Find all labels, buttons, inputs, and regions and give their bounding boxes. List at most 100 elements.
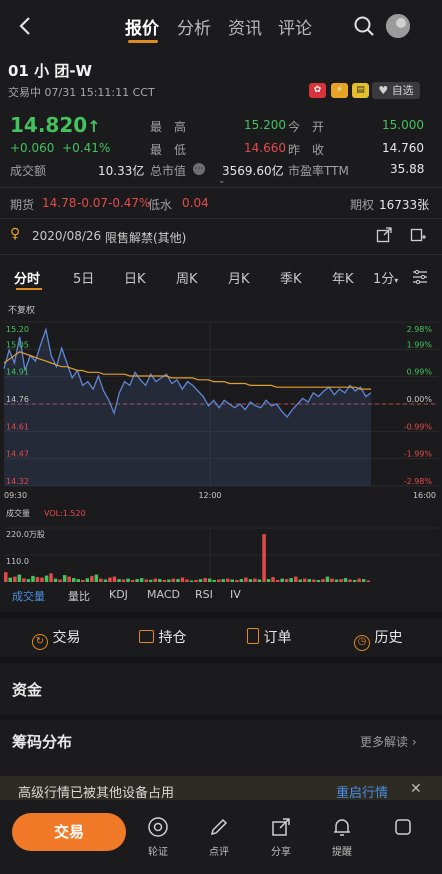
change-value: +0.060 (10, 141, 55, 155)
volume-bar (117, 579, 121, 582)
period-tab-indicator (16, 288, 42, 290)
turnover-label: 成交额 (10, 164, 47, 178)
volume-bar (226, 578, 230, 582)
volume-bar (85, 578, 90, 582)
price-value: 14.820 (10, 113, 88, 137)
watchlist-label: 自选 (391, 84, 414, 97)
clock-icon: ◷ (354, 635, 370, 651)
volume-bar (303, 578, 307, 582)
period-tab-month[interactable]: 月K (228, 268, 250, 287)
chevron-right-icon: › (411, 735, 417, 749)
volume-bar (253, 578, 257, 582)
tab-news[interactable]: 资讯 (228, 14, 262, 39)
volume-bar (108, 577, 112, 582)
order-action-label: 订单 (263, 630, 292, 646)
volume-bar (325, 576, 330, 582)
volume-bar (72, 578, 76, 582)
margin-badge-icon: ⚡ (331, 83, 348, 98)
chart-settings-icon[interactable] (412, 269, 428, 287)
search-button[interactable] (352, 14, 376, 38)
chips-section-title[interactable]: 筹码分布 (12, 731, 72, 752)
add-layout-icon[interactable] (410, 227, 426, 246)
volume-bar (139, 578, 144, 582)
position-action[interactable]: 持仓 (139, 627, 186, 647)
options-label: 期权 (350, 198, 375, 212)
options-value[interactable]: 16733张 (379, 196, 429, 213)
arrow-up-icon: ↑ (87, 117, 101, 136)
history-action[interactable]: ◷ 历史 (354, 627, 402, 651)
intraday-chart[interactable]: 15.20 15.05 14.91 14.76 14.61 14.47 14.32 2.98%… (0, 314, 442, 500)
indicator-iv[interactable]: IV (230, 588, 241, 601)
expand-chevron-icon[interactable]: ⌄ (218, 176, 226, 186)
volume-bar (103, 579, 108, 582)
more-button[interactable] (383, 816, 423, 841)
trade-action-label: 交易 (52, 630, 81, 646)
share-label: 分享 (271, 847, 291, 858)
volume-chart[interactable]: 成交量 VOL:1.520 220.0万股 110.0 (0, 506, 442, 588)
clipboard-icon (247, 628, 259, 644)
period-tab-year[interactable]: 年K (332, 268, 354, 287)
period-tab-week[interactable]: 周K (176, 268, 198, 287)
trade-button[interactable]: 交易 (12, 813, 126, 851)
avatar[interactable] (386, 14, 410, 38)
tab-quote[interactable]: 报价 (125, 14, 159, 39)
volume-bar (217, 579, 221, 582)
briefcase-icon (139, 630, 154, 643)
close-icon[interactable]: ✕ (410, 781, 422, 797)
stock-name: 01 小 团-W (8, 62, 93, 80)
open-value: 15.000 (382, 118, 424, 132)
review-label: 点评 (209, 847, 229, 858)
volume-bar (53, 578, 58, 582)
x-tick-label: 12:00 (198, 491, 221, 500)
trade-button-label: 交易 (53, 823, 84, 841)
indicator-kdj[interactable]: KDJ (109, 588, 128, 601)
bulb-icon: ♀ (10, 226, 21, 242)
volume-bar (35, 577, 40, 582)
order-action[interactable]: 订单 (247, 627, 291, 647)
indicator-macd[interactable]: MACD (147, 588, 180, 601)
discount-value: 0.04 (182, 196, 209, 210)
tab-analysis[interactable]: 分析 (177, 14, 211, 39)
share-button[interactable]: 分享 (261, 816, 301, 858)
volume-bar (31, 575, 35, 582)
tab-comments[interactable]: 评论 (278, 14, 312, 39)
volume-bar (126, 578, 130, 582)
review-button[interactable]: 点评 (199, 816, 239, 858)
period-tab-quarter[interactable]: 季K (280, 268, 302, 287)
more-insights-link[interactable]: 更多解读 › (360, 733, 417, 750)
y-tick-right: 0.99% (407, 368, 433, 377)
watchlist-button[interactable]: ♥ 自选 (372, 82, 420, 99)
indicator-rsi[interactable]: RSI (195, 588, 213, 601)
volume-bar (361, 579, 366, 582)
discount-label: 低水 (148, 198, 173, 212)
restart-quotes-link[interactable]: 重启行情 (336, 782, 388, 801)
alert-button[interactable]: 提醒 (322, 816, 362, 858)
period-tab-5d[interactable]: 5日 (73, 268, 94, 287)
volume-bar (44, 575, 49, 582)
trade-action[interactable]: ↻ 交易 (32, 627, 80, 650)
volume-bar (203, 578, 207, 582)
volume-bar (185, 579, 189, 582)
volume-title: 成交量 (6, 508, 30, 518)
info-icon[interactable]: ⋯ (193, 163, 205, 175)
volume-bar (8, 577, 12, 582)
warrants-button[interactable]: 轮证 (138, 816, 178, 858)
futures-change: -0.07 (77, 196, 109, 210)
volume-bar (294, 576, 298, 582)
back-button[interactable] (14, 14, 38, 38)
funds-section-title[interactable]: 资金 (12, 679, 42, 700)
indicator-volume-ratio[interactable]: 量比 (68, 588, 90, 604)
top-bar: 报价 分析 资讯 评论 (0, 0, 442, 52)
more-icon (395, 819, 411, 835)
volume-bar (198, 579, 203, 582)
share-out-icon[interactable] (376, 227, 392, 246)
y-tick-right: -2.98% (404, 477, 433, 486)
notice-date: 2020/08/26 (32, 229, 102, 243)
volume-bar (366, 580, 370, 582)
notice-text[interactable]: 限售解禁(其他) (105, 229, 186, 246)
y-tick-left: 15.05 (6, 340, 29, 349)
period-tab-intraday[interactable]: 分时 (14, 268, 40, 287)
period-tab-minute[interactable]: 1分▾ (373, 268, 398, 287)
indicator-volume[interactable]: 成交量 (12, 588, 45, 604)
period-tab-day[interactable]: 日K (124, 268, 146, 287)
